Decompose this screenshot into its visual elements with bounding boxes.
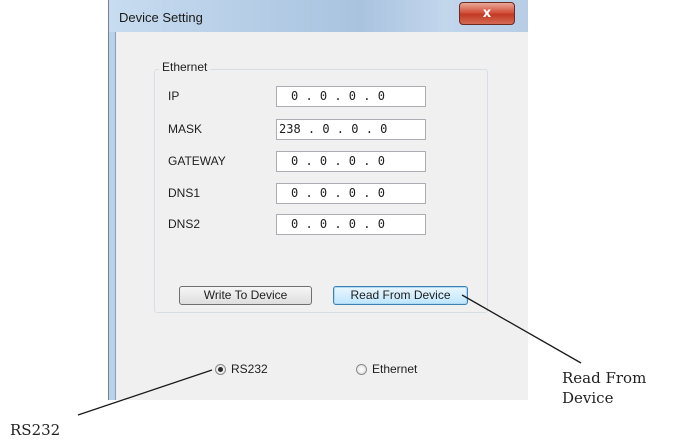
rs232-callout-line: [77, 369, 213, 416]
read-callout-line: [461, 294, 582, 364]
read-callout-line1: Read From: [562, 369, 647, 387]
rs232-callout: RS232: [10, 421, 61, 439]
read-from-device-callout: Read From Device: [562, 368, 646, 408]
read-callout-line2: Device: [562, 389, 614, 407]
